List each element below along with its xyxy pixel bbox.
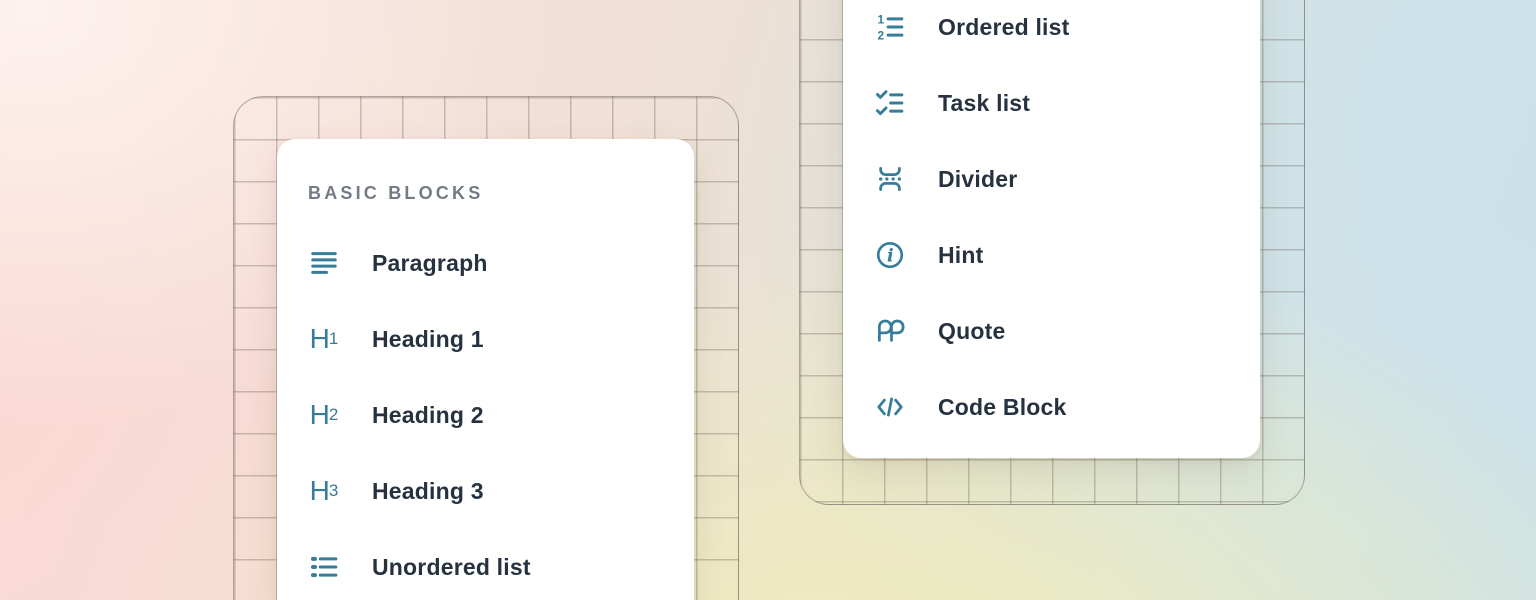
menu-item-quote[interactable]: Quote [843,293,1260,369]
menu-item-ordered-list[interactable]: 1 2 Ordered list [843,0,1260,65]
menu-item-label: Unordered list [372,554,531,581]
more-blocks-menu: 1 2 Ordered list Task list [843,0,1260,458]
menu-item-task-list[interactable]: Task list [843,65,1260,141]
menu-item-unordered-list[interactable]: Unordered list [277,529,694,600]
heading-letter: H [310,324,329,354]
hint-glyph: i [887,246,894,266]
menu-item-label: Paragraph [372,250,488,277]
menu-item-label: Heading 3 [372,478,484,505]
menu-item-label: Heading 2 [372,402,484,429]
menu-item-heading-3[interactable]: H3 Heading 3 [277,453,694,529]
menu-item-label: Code Block [938,394,1067,421]
heading-3-icon: H3 [309,476,339,506]
heading-letter: H [310,400,329,430]
menu-item-heading-1[interactable]: H1 Heading 1 [277,301,694,377]
menu-item-code-block[interactable]: Code Block [843,369,1260,445]
ordered-digit-2: 2 [878,29,885,43]
menu-item-label: Divider [938,166,1017,193]
menu-item-paragraph[interactable]: Paragraph [277,225,694,301]
menu-item-divider[interactable]: Divider [843,141,1260,217]
menu-item-label: Heading 1 [372,326,484,353]
menu-item-heading-2[interactable]: H2 Heading 2 [277,377,694,453]
heading-1-icon: H1 [309,324,339,354]
menu-item-label: Ordered list [938,14,1070,41]
heading-letter: H [310,476,329,506]
code-block-icon [875,392,905,422]
divider-icon [875,164,905,194]
background-canvas: BASIC BLOCKS Paragraph H1 Heading 1 H2 H… [0,0,1536,600]
menu-item-label: Task list [938,90,1030,117]
basic-blocks-menu: BASIC BLOCKS Paragraph H1 Heading 1 H2 H… [277,139,694,600]
task-list-icon [875,88,905,118]
paragraph-icon [309,248,339,278]
section-label: BASIC BLOCKS [308,182,694,204]
ordered-list-icon: 1 2 [875,12,905,42]
unordered-list-icon [309,552,339,582]
menu-item-label: Quote [938,318,1005,345]
menu-item-label: Hint [938,242,984,269]
menu-item-hint[interactable]: i Hint [843,217,1260,293]
hint-icon: i [875,240,905,270]
ordered-digit-1: 1 [878,12,885,26]
heading-2-icon: H2 [309,400,339,430]
quote-icon [875,316,905,346]
